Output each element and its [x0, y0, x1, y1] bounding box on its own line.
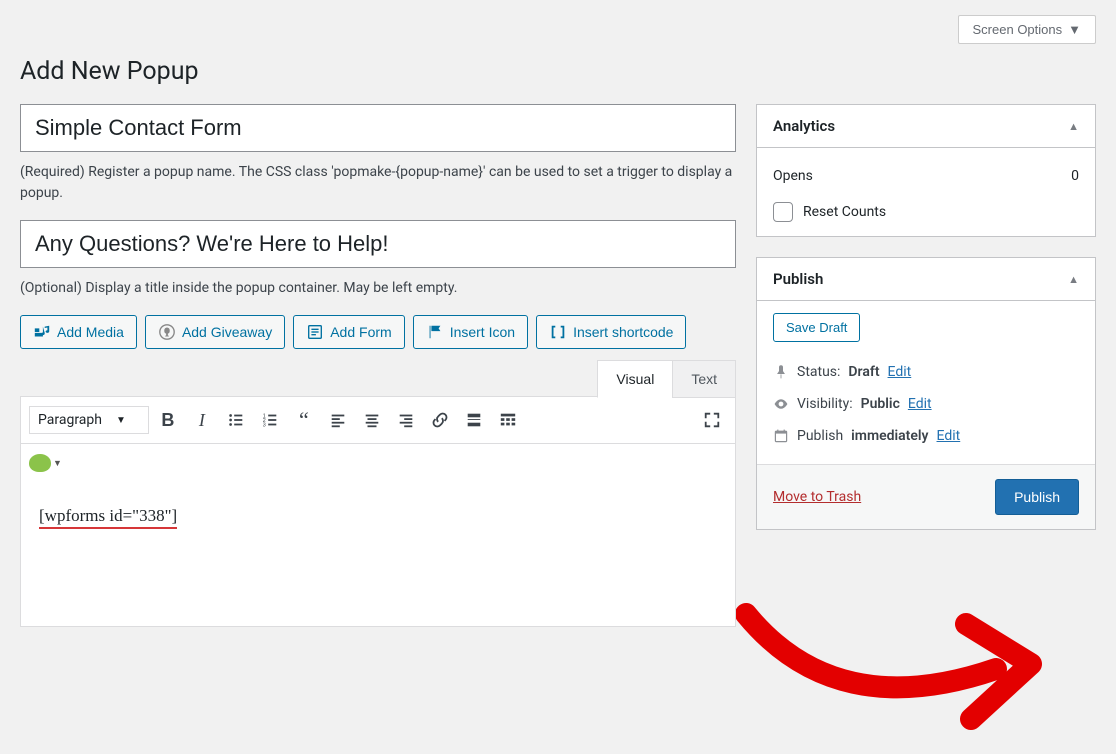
- chevron-down-icon: ▼: [53, 458, 62, 468]
- calendar-icon: [773, 428, 789, 444]
- pin-icon: [773, 364, 789, 380]
- blockquote-button[interactable]: “: [289, 405, 319, 435]
- numbered-list-button[interactable]: 123: [255, 405, 285, 435]
- tab-text[interactable]: Text: [672, 360, 736, 398]
- flag-icon: [426, 323, 444, 341]
- status-label: Status:: [797, 364, 840, 380]
- add-media-button[interactable]: Add Media: [20, 315, 137, 349]
- chevron-down-icon: ▼: [116, 415, 126, 426]
- eye-icon: [773, 396, 789, 412]
- trophy-icon: [158, 323, 176, 341]
- add-giveaway-button[interactable]: Add Giveaway: [145, 315, 285, 349]
- align-right-button[interactable]: [391, 405, 421, 435]
- toolbar-toggle-button[interactable]: [493, 405, 523, 435]
- edit-date-link[interactable]: Edit: [937, 428, 961, 444]
- popup-title-help-text: (Optional) Display a title inside the po…: [20, 278, 736, 299]
- fullscreen-button[interactable]: [697, 405, 727, 435]
- publish-date-value: immediately: [851, 428, 928, 444]
- visibility-label: Visibility:: [797, 396, 853, 412]
- bold-button[interactable]: B: [153, 405, 183, 435]
- add-form-button[interactable]: Add Form: [293, 315, 404, 349]
- svg-text:3: 3: [263, 422, 266, 428]
- chevron-up-icon: ▲: [1068, 273, 1079, 286]
- form-icon: [306, 323, 324, 341]
- pelican-icon: [29, 454, 51, 472]
- read-more-button[interactable]: [459, 405, 489, 435]
- page-title: Add New Popup: [20, 57, 1096, 86]
- popup-name-input[interactable]: [20, 104, 736, 152]
- publish-date-label: Publish: [797, 428, 843, 444]
- checkbox-icon: [773, 202, 793, 222]
- align-center-button[interactable]: [357, 405, 387, 435]
- align-left-button[interactable]: [323, 405, 353, 435]
- status-value: Draft: [848, 364, 879, 380]
- popup-title-input[interactable]: [20, 220, 736, 268]
- analytics-panel: Analytics ▲ Opens 0 Reset Counts: [756, 104, 1096, 237]
- reset-counts-label: Reset Counts: [803, 204, 886, 220]
- screen-options-button[interactable]: Screen Options ▼: [958, 15, 1096, 44]
- camera-music-icon: [33, 323, 51, 341]
- save-draft-button[interactable]: Save Draft: [773, 313, 860, 342]
- bulleted-list-button[interactable]: [221, 405, 251, 435]
- link-button[interactable]: [425, 405, 455, 435]
- editor-shortcode-text: [wpforms id="338"]: [39, 506, 177, 529]
- annotation-arrow-icon: [736, 554, 1116, 754]
- visibility-value: Public: [861, 396, 900, 412]
- insert-shortcode-button[interactable]: Insert shortcode: [536, 315, 686, 349]
- move-to-trash-link[interactable]: Move to Trash: [773, 489, 861, 505]
- publish-panel-header[interactable]: Publish ▲: [757, 258, 1095, 301]
- chevron-up-icon: ▲: [1068, 120, 1079, 133]
- publish-button[interactable]: Publish: [995, 479, 1079, 515]
- opens-label: Opens: [773, 168, 813, 184]
- reset-counts-checkbox[interactable]: Reset Counts: [773, 202, 1079, 222]
- analytics-panel-title: Analytics: [773, 117, 835, 135]
- publish-panel: Publish ▲ Save Draft Status: Draft Edit …: [756, 257, 1096, 530]
- screen-options-label: Screen Options: [973, 22, 1063, 37]
- italic-button[interactable]: I: [187, 405, 217, 435]
- analytics-panel-header[interactable]: Analytics ▲: [757, 105, 1095, 148]
- brackets-icon: [549, 323, 567, 341]
- edit-status-link[interactable]: Edit: [888, 364, 912, 380]
- opens-count: 0: [1071, 168, 1079, 184]
- format-select[interactable]: Paragraph ▼: [29, 406, 149, 434]
- editor-toolbar: Paragraph ▼ B I 123 “: [21, 397, 735, 444]
- editor-content-area[interactable]: [wpforms id="338"]: [21, 486, 735, 626]
- chevron-down-icon: ▼: [1068, 22, 1081, 37]
- publish-panel-title: Publish: [773, 270, 823, 288]
- popup-name-help-text: (Required) Register a popup name. The CS…: [20, 162, 736, 204]
- edit-visibility-link[interactable]: Edit: [908, 396, 932, 412]
- insert-icon-button[interactable]: Insert Icon: [413, 315, 528, 349]
- tab-visual[interactable]: Visual: [597, 360, 673, 398]
- popup-maker-shortcode-button[interactable]: ▼: [29, 448, 62, 478]
